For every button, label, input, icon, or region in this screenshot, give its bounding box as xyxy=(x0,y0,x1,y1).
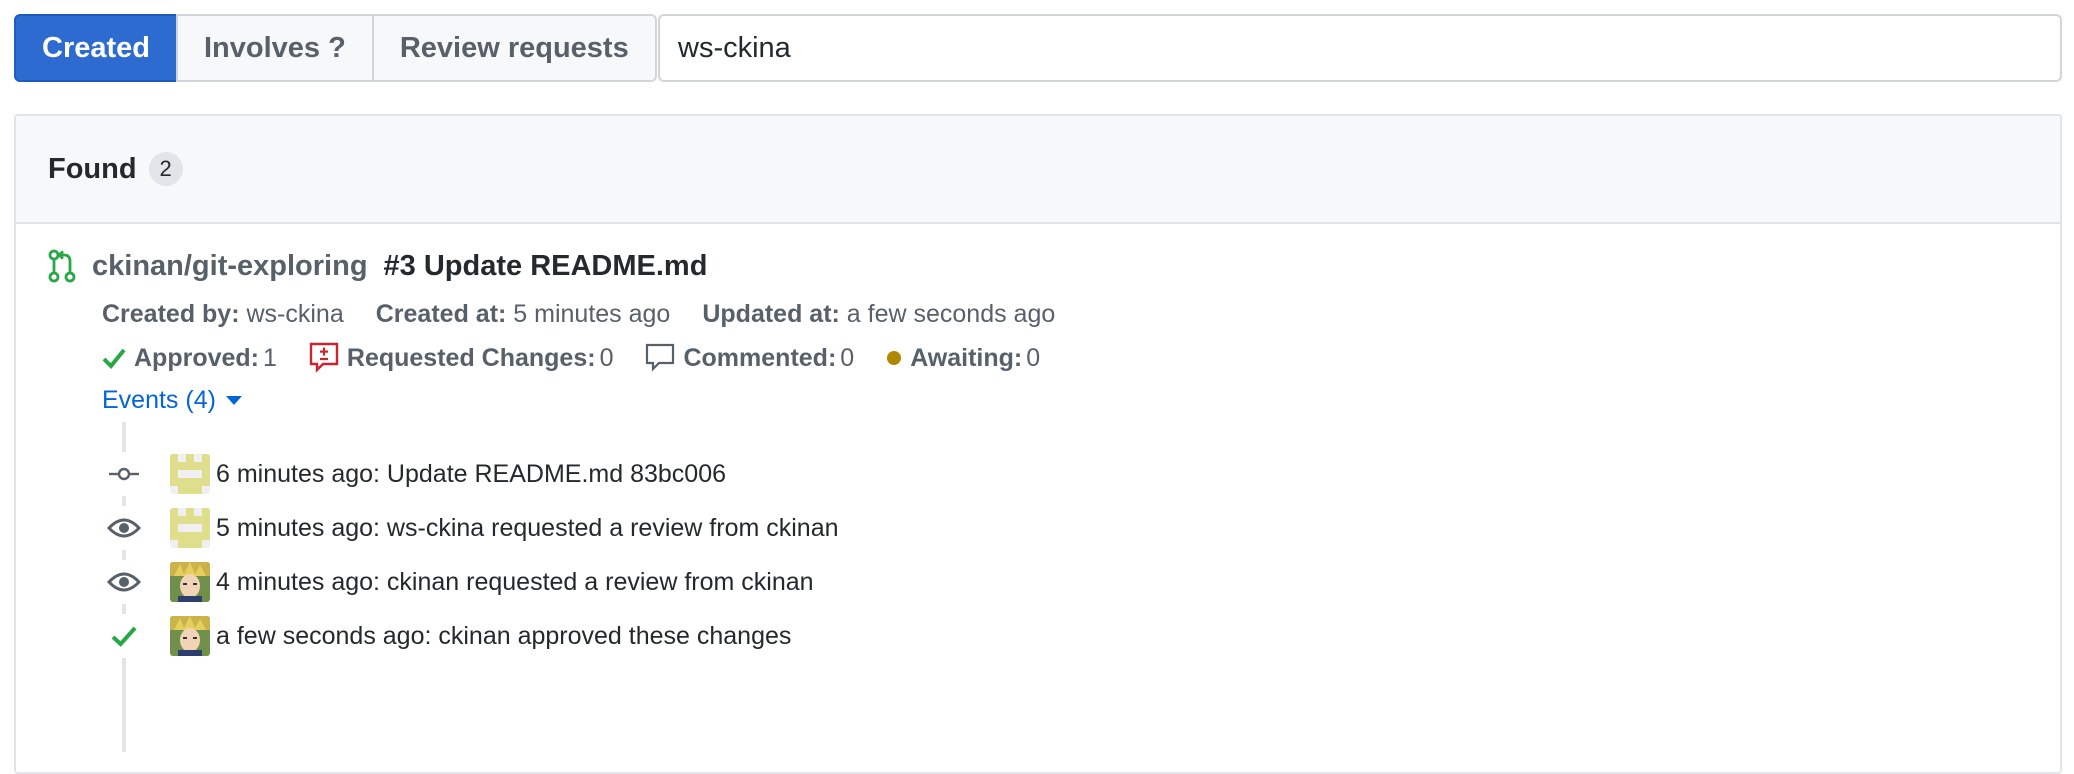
found-label: Found xyxy=(48,152,137,185)
filter-tabs: Created Involves ? Review requests xyxy=(14,14,657,82)
created-at-label: Created at: xyxy=(375,299,507,328)
created-at: Created at: 5 minutes ago xyxy=(376,300,671,329)
updated-at-value: a few seconds ago xyxy=(846,299,1056,328)
created-by-value: ws-ckina xyxy=(246,299,344,328)
tab-involves[interactable]: Involves ? xyxy=(176,14,374,82)
commented-label: Commented: xyxy=(683,343,837,372)
timeline-event: 6 minutes ago: Update README.md 83bc006 xyxy=(102,452,726,496)
timeline-event: 5 minutes ago: ws-ckina requested a revi… xyxy=(102,506,839,550)
approved-label: Approved: xyxy=(134,343,259,372)
repo-link[interactable]: ckinan/git-exploring xyxy=(92,250,368,283)
requested-changes-value: 0 xyxy=(599,343,614,372)
approved-count: Approved: 1 xyxy=(102,344,277,373)
created-at-value: 5 minutes ago xyxy=(513,299,671,328)
avatar xyxy=(170,616,210,656)
awaiting-value: 0 xyxy=(1026,343,1041,372)
comment-icon xyxy=(646,343,675,372)
results-header: Found 2 xyxy=(16,116,2060,224)
pr-title-row: ckinan/git-exploring #3 Update README.md xyxy=(48,246,707,286)
commented-value: 0 xyxy=(840,343,855,372)
check-icon xyxy=(102,348,126,369)
results-panel: Found 2 ckinan/git-exploring #3 Update R… xyxy=(14,114,2062,774)
avatar xyxy=(170,562,210,602)
avatar xyxy=(170,508,210,548)
eye-icon xyxy=(102,506,146,550)
check-icon xyxy=(102,614,146,658)
awaiting-count: Awaiting: 0 xyxy=(886,344,1040,373)
event-text: a few seconds ago: ckinan approved these… xyxy=(216,621,792,650)
tab-created[interactable]: Created xyxy=(14,14,178,82)
search-input[interactable] xyxy=(658,14,2062,82)
caret-down-icon xyxy=(225,395,242,405)
event-text: 6 minutes ago: Update README.md 83bc006 xyxy=(216,459,726,488)
event-text: 5 minutes ago: ws-ckina requested a revi… xyxy=(216,513,839,542)
commented-count: Commented: 0 xyxy=(645,343,854,373)
commit-icon xyxy=(102,452,146,496)
pull-request-icon xyxy=(48,249,76,283)
pr-title-link[interactable]: #3 Update README.md xyxy=(384,250,708,283)
events-toggle[interactable]: Events (4) xyxy=(102,380,242,420)
filter-bar: Created Involves ? Review requests xyxy=(14,14,2062,82)
eye-icon xyxy=(102,560,146,604)
file-diff-icon xyxy=(309,342,339,373)
count-badge: 2 xyxy=(148,152,183,186)
review-summary: Approved: 1 Requested Changes: 0 Comment… xyxy=(102,338,1072,378)
avatar xyxy=(170,454,210,494)
created-by: Created by: ws-ckina xyxy=(102,300,344,329)
tab-review-requests[interactable]: Review requests xyxy=(371,14,657,82)
event-text: 4 minutes ago: ckinan requested a review… xyxy=(216,567,814,596)
awaiting-label: Awaiting: xyxy=(910,343,1023,372)
updated-at-label: Updated at: xyxy=(702,299,840,328)
requested-changes-count: Requested Changes: 0 xyxy=(309,342,614,374)
approved-value: 1 xyxy=(263,343,277,372)
events-toggle-label: Events (4) xyxy=(102,385,216,414)
requested-changes-label: Requested Changes: xyxy=(346,343,596,372)
timeline-event: 4 minutes ago: ckinan requested a review… xyxy=(102,560,814,604)
created-by-label: Created by: xyxy=(102,299,240,328)
updated-at: Updated at: a few seconds ago xyxy=(702,300,1055,329)
timeline-event: a few seconds ago: ckinan approved these… xyxy=(102,614,791,658)
pr-meta: Created by: ws-ckina Created at: 5 minut… xyxy=(102,294,1087,334)
dot-icon xyxy=(887,351,902,365)
